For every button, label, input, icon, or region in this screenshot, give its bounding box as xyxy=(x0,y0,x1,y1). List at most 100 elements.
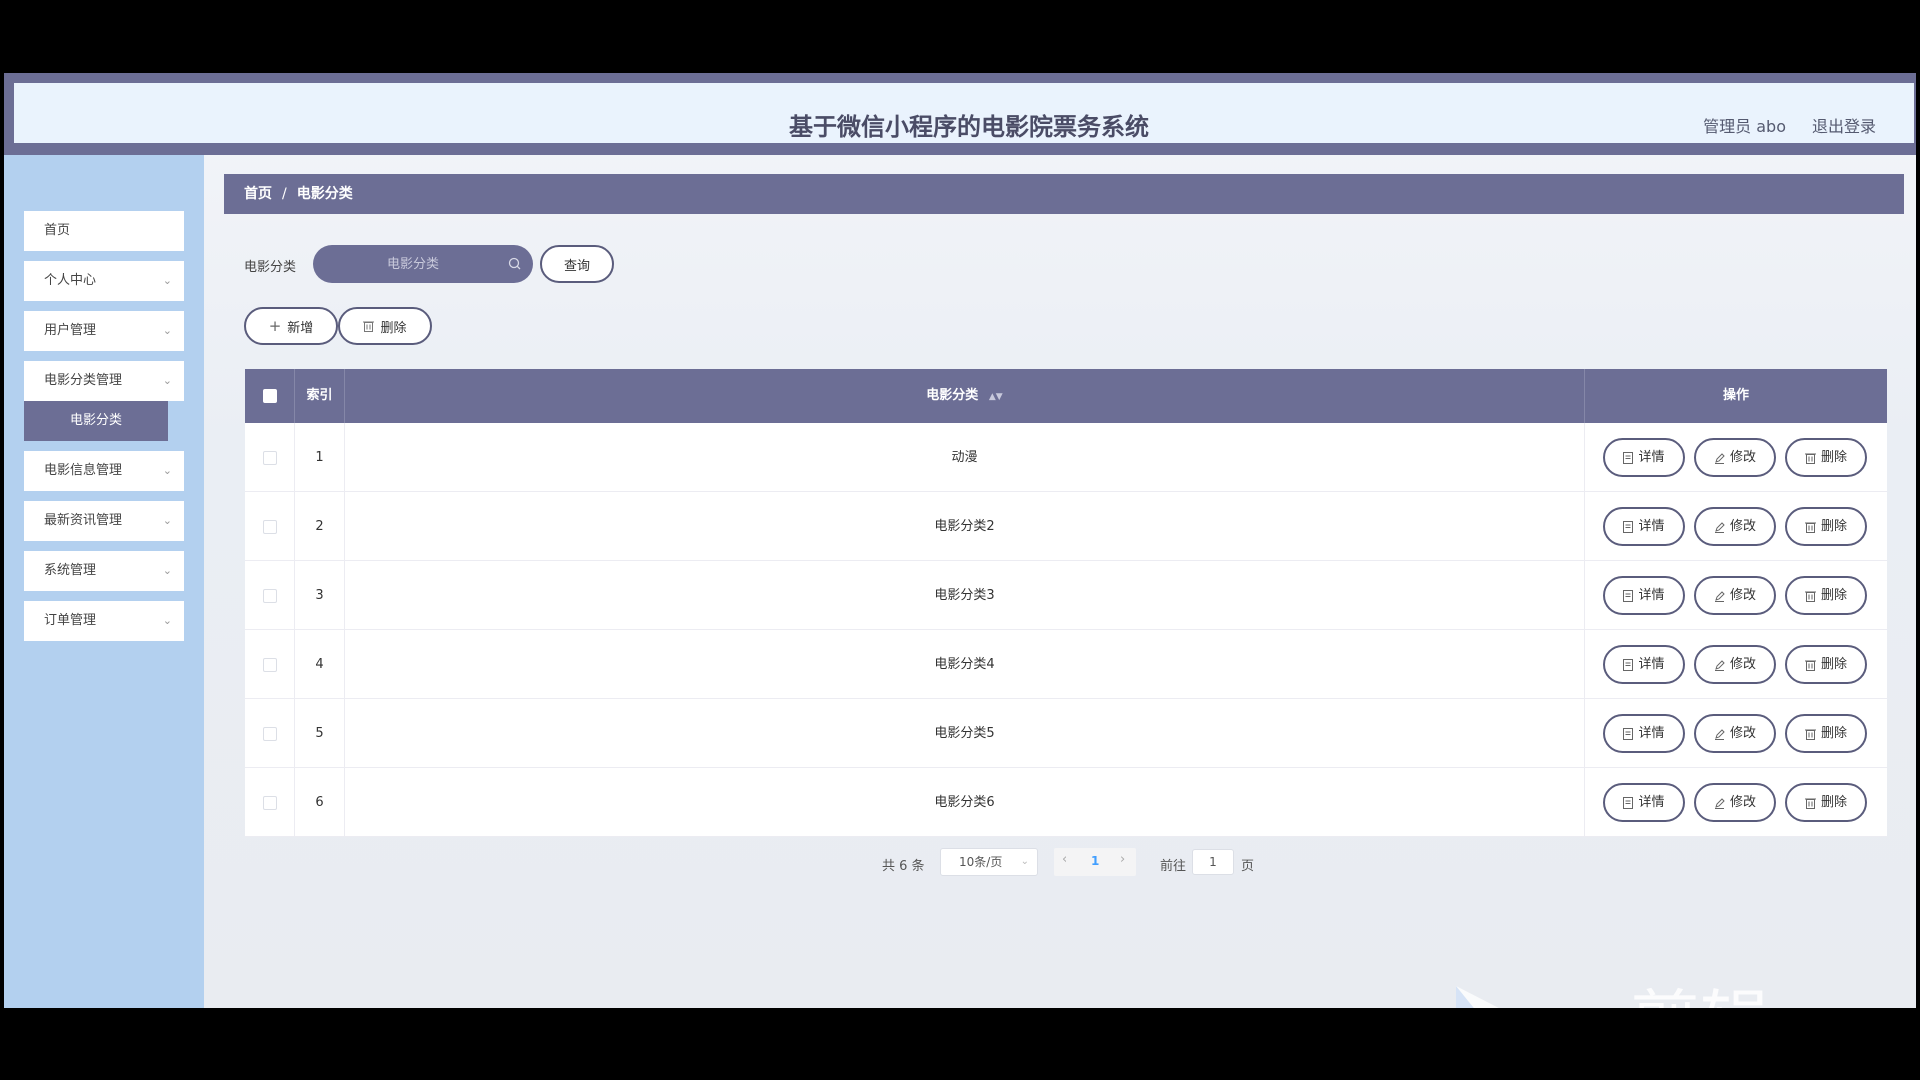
sidebar-item-label: 用户管理 xyxy=(44,323,97,338)
app-window: 基于微信小程序的电影院票务系统 管理员 abo 退出登录 首页 个人中心 ⌄ 用… xyxy=(4,73,1916,1008)
delete-button[interactable]: 删除 xyxy=(1785,645,1867,684)
row-checkbox[interactable] xyxy=(262,657,277,672)
delete-button[interactable]: 删除 xyxy=(1785,438,1867,477)
header-category[interactable]: 电影分类 ▲▼ xyxy=(345,369,1585,423)
edit-pencil-icon xyxy=(1714,590,1725,602)
sort-icon[interactable]: ▲▼ xyxy=(989,392,1003,402)
delete-button[interactable]: 删除 xyxy=(1785,507,1867,546)
edit-pencil-icon xyxy=(1714,797,1725,809)
row-index: 2 xyxy=(295,492,345,561)
admin-username: 管理员 abo xyxy=(1703,117,1786,136)
chevron-down-icon: ⌄ xyxy=(162,564,172,577)
sidebar-item-category-management[interactable]: 电影分类管理 ⌄ xyxy=(24,361,184,401)
sidebar-item-label: 系统管理 xyxy=(44,563,97,578)
edit-button-label: 修改 xyxy=(1729,450,1756,465)
chevron-down-icon: ⌄ xyxy=(162,614,172,627)
delete-button[interactable]: 删除 xyxy=(1785,783,1867,822)
select-all-checkbox[interactable] xyxy=(262,388,277,403)
edit-button[interactable]: 修改 xyxy=(1694,783,1776,822)
row-actions: 详情 修改 删除 xyxy=(1585,561,1887,630)
select-cell xyxy=(245,630,295,699)
table-row: 2 电影分类2 详情 修改 删除 xyxy=(245,492,1887,561)
row-category: 电影分类5 xyxy=(345,699,1585,768)
breadcrumb-current: 电影分类 xyxy=(296,186,353,202)
detail-button-label: 详情 xyxy=(1638,450,1665,465)
detail-button[interactable]: 详情 xyxy=(1603,783,1685,822)
pager: ‹ 1 › xyxy=(1054,848,1136,876)
header-select-cell xyxy=(245,369,295,423)
sidebar-subitem-movie-category[interactable]: 电影分类 xyxy=(24,401,168,441)
table-row: 3 电影分类3 详情 修改 删除 xyxy=(245,561,1887,630)
page-size-select[interactable]: 10条/页 ⌄ xyxy=(940,848,1038,876)
search-icon[interactable] xyxy=(507,256,523,272)
row-checkbox[interactable] xyxy=(262,588,277,603)
delete-button[interactable]: 删除 xyxy=(1785,714,1867,753)
sidebar-item-system-management[interactable]: 系统管理 ⌄ xyxy=(24,551,184,591)
row-checkbox[interactable] xyxy=(262,450,277,465)
chevron-down-icon: ⌄ xyxy=(162,324,172,337)
edit-button[interactable]: 修改 xyxy=(1694,507,1776,546)
app-title: 基于微信小程序的电影院票务系统 xyxy=(789,113,1149,141)
sidebar-item-news-management[interactable]: 最新资讯管理 ⌄ xyxy=(24,501,184,541)
trash-icon xyxy=(1804,798,1816,809)
edit-button[interactable]: 修改 xyxy=(1694,714,1776,753)
breadcrumb-home[interactable]: 首页 xyxy=(244,186,272,202)
detail-button[interactable]: 详情 xyxy=(1603,576,1685,615)
edit-button[interactable]: 修改 xyxy=(1694,438,1776,477)
sidebar-item-personal-center[interactable]: 个人中心 ⌄ xyxy=(24,261,184,301)
sidebar: 首页 个人中心 ⌄ 用户管理 ⌄ 电影分类管理 ⌄ 电影分类 电影信息管理 ⌄ … xyxy=(4,155,204,1008)
row-checkbox[interactable] xyxy=(262,795,277,810)
logout-link[interactable]: 退出登录 xyxy=(1812,113,1876,137)
delete-button-label: 删除 xyxy=(1820,795,1847,810)
sidebar-item-label: 首页 xyxy=(44,223,71,238)
query-button[interactable]: 查询 xyxy=(540,245,614,283)
search-input[interactable] xyxy=(313,245,513,283)
edit-button[interactable]: 修改 xyxy=(1694,645,1776,684)
chevron-down-icon: ⌄ xyxy=(162,274,172,287)
delete-button-label: 删除 xyxy=(1820,726,1847,741)
detail-button[interactable]: 详情 xyxy=(1603,507,1685,546)
edit-button[interactable]: 修改 xyxy=(1694,576,1776,615)
goto-label: 前往 xyxy=(1160,859,1187,874)
add-button-label: 新增 xyxy=(287,320,314,336)
detail-button[interactable]: 详情 xyxy=(1603,438,1685,477)
detail-button-label: 详情 xyxy=(1638,795,1665,810)
query-button-label: 查询 xyxy=(563,258,590,274)
document-icon xyxy=(1623,451,1634,464)
add-button[interactable]: + 新增 xyxy=(244,307,338,345)
delete-button[interactable]: 删除 xyxy=(1785,576,1867,615)
row-actions: 详情 修改 删除 xyxy=(1585,630,1887,699)
detail-button[interactable]: 详情 xyxy=(1603,645,1685,684)
screen: 基于微信小程序的电影院票务系统 管理员 abo 退出登录 首页 个人中心 ⌄ 用… xyxy=(0,0,1920,1080)
row-checkbox[interactable] xyxy=(262,519,277,534)
detail-button[interactable]: 详情 xyxy=(1603,714,1685,753)
table-row: 5 电影分类5 详情 修改 删除 xyxy=(245,699,1887,768)
sidebar-item-home[interactable]: 首页 xyxy=(24,211,184,251)
row-category: 电影分类3 xyxy=(345,561,1585,630)
document-icon xyxy=(1623,796,1634,809)
batch-delete-button-label: 删除 xyxy=(380,320,407,336)
trash-icon xyxy=(1804,453,1816,464)
sidebar-item-label: 电影信息管理 xyxy=(44,463,123,478)
detail-button-label: 详情 xyxy=(1638,657,1665,672)
header-actions: 操作 xyxy=(1722,388,1749,403)
row-category: 电影分类4 xyxy=(345,630,1585,699)
delete-button-label: 删除 xyxy=(1820,657,1847,672)
row-actions: 详情 修改 删除 xyxy=(1585,423,1887,492)
page-size-value: 10条/页 xyxy=(959,855,1003,869)
goto-page-input[interactable]: 1 xyxy=(1192,849,1234,875)
batch-delete-button[interactable]: 删除 xyxy=(338,307,432,345)
edit-pencil-icon xyxy=(1714,452,1725,464)
breadcrumb: 首页 / 电影分类 xyxy=(224,174,1904,214)
next-page-icon[interactable]: › xyxy=(1120,852,1125,867)
row-checkbox[interactable] xyxy=(262,726,277,741)
prev-page-icon[interactable]: ‹ xyxy=(1062,852,1067,867)
row-actions: 详情 修改 删除 xyxy=(1585,768,1887,837)
edit-button-label: 修改 xyxy=(1729,588,1756,603)
current-page[interactable]: 1 xyxy=(1091,854,1099,868)
sidebar-item-user-management[interactable]: 用户管理 ⌄ xyxy=(24,311,184,351)
sidebar-item-order-management[interactable]: 订单管理 ⌄ xyxy=(24,601,184,641)
sidebar-item-movie-info-management[interactable]: 电影信息管理 ⌄ xyxy=(24,451,184,491)
detail-button-label: 详情 xyxy=(1638,519,1665,534)
trash-icon xyxy=(363,321,375,332)
